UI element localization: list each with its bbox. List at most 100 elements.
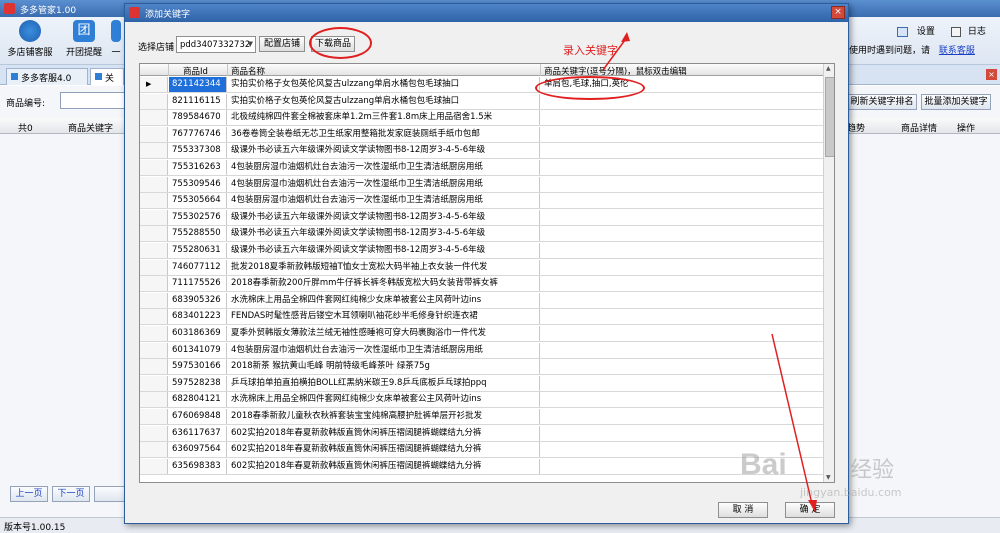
row-selector[interactable]	[140, 292, 168, 308]
contact-support-link[interactable]: 联系客服	[939, 46, 975, 56]
page-input[interactable]	[94, 486, 128, 502]
cell-product-name[interactable]: FENDAS时髦性感背后镂空木耳领喇叭袖花纱半毛修身针织连衣裙	[228, 309, 540, 325]
table-row[interactable]: 755337308 级课外书必读五六年级课外阅读文学读物图书8-12周岁3-4-5…	[140, 143, 823, 160]
cell-keywords[interactable]	[541, 343, 823, 358]
cell-product-id[interactable]: 711175526	[169, 276, 227, 292]
row-selector[interactable]	[140, 425, 168, 441]
col-header-product-name[interactable]: 商品名称	[228, 64, 541, 77]
table-row[interactable]: 755305664 4包装厨房湿巾油烟机灶台去油污一次性湿纸巾卫生清洁纸厨房用纸	[140, 193, 823, 210]
table-row[interactable]: 603186369 夏季外贸韩版女薄款法兰绒无袖性感睡袍可穿大码裹胸浴巾一件代发	[140, 326, 823, 342]
cell-product-id[interactable]: 755337308	[169, 143, 227, 159]
row-selector[interactable]	[140, 392, 168, 408]
cell-product-name[interactable]: 乒乓球拍单拍直拍横拍BOLL红黑纳米碳王9.8乒乓底板乒乓球拍ppq	[228, 375, 540, 391]
row-selector[interactable]	[140, 93, 168, 109]
row-selector[interactable]	[140, 193, 168, 209]
row-selector[interactable]	[140, 143, 168, 159]
cell-product-name[interactable]: 4包装厨房湿巾油烟机灶台去油污一次性湿纸巾卫生清洁纸厨房用纸	[228, 160, 540, 175]
refresh-rank-button[interactable]: 刷新关键字排名	[847, 94, 917, 110]
row-selector[interactable]	[140, 326, 168, 341]
cell-product-id[interactable]: 755302576	[169, 209, 227, 225]
row-selector[interactable]	[140, 375, 168, 391]
dialog-titlebar[interactable]: 添加关键字 ×	[125, 4, 848, 22]
cell-product-name[interactable]: 北极绒纯棉四件套全棉被套床单1.2m三件套1.8m床上用品宿舍1.5米	[228, 110, 540, 126]
cell-keywords[interactable]	[541, 293, 823, 308]
table-row[interactable]: ▶ 821142344 实拍实价格子女包英伦风复古ulzzang单肩水桶包包毛球抽口…	[140, 77, 823, 93]
cell-product-name[interactable]: 602实拍2018年春夏新款韩版直筒休闲裤压褶阔腿裤蝴蝶结九分裤	[228, 458, 540, 474]
cell-keywords[interactable]	[541, 359, 823, 374]
table-row[interactable]: 682804121 水洗棉床上用品全棉四件套网红纯棉少女床单被套公主风荷叶边ins	[140, 392, 823, 409]
cell-product-name[interactable]: 4包装厨房湿巾油烟机灶台去油污一次性湿纸巾卫生清洁纸厨房用纸	[228, 176, 540, 192]
cell-keywords[interactable]	[541, 309, 823, 324]
cell-product-name[interactable]: 水洗棉床上用品全棉四件套网红纯棉少女床单被套公主风荷叶边ins	[228, 392, 540, 408]
table-row[interactable]: 676069848 2018春季新款儿童秋衣秋裤套装宝宝纯棉高腰护肚裤单层开衫批发	[140, 409, 823, 425]
cell-product-name[interactable]: 602实拍2018年春夏新款韩版直筒休闲裤压褶阔腿裤蝴蝶结九分裤	[228, 442, 540, 458]
cell-product-id[interactable]: 636097564	[169, 442, 227, 458]
dialog-close-icon[interactable]: ×	[831, 6, 845, 19]
table-row[interactable]: 597528238 乒乓球拍单拍直拍横拍BOLL红黑纳米碳王9.8乒乓底板乒乓球拍…	[140, 375, 823, 392]
cell-product-id[interactable]: 601341079	[169, 342, 227, 358]
cell-keywords[interactable]	[541, 110, 823, 125]
cell-product-name[interactable]: 水洗棉床上用品全棉四件套网红纯棉少女床单被套公主风荷叶边ins	[228, 292, 540, 308]
cell-product-id[interactable]: 635698383	[169, 458, 227, 474]
cell-keywords[interactable]	[541, 426, 823, 441]
table-row[interactable]: 789584670 北极绒纯棉四件套全棉被套床单1.2m三件套1.8m床上用品宿舍…	[140, 110, 823, 127]
cell-product-id[interactable]: 683905326	[169, 292, 227, 308]
row-selector[interactable]	[140, 209, 168, 225]
row-selector[interactable]	[140, 458, 168, 474]
table-row[interactable]: 755302576 级课外书必读五六年级课外阅读文学读物图书8-12周岁3-4-5…	[140, 209, 823, 226]
tab-keywords[interactable]: 关	[90, 68, 124, 85]
cell-product-name[interactable]: 4包装厨房湿巾油烟机灶台去油污一次性湿纸巾卫生清洁纸厨房用纸	[228, 342, 540, 358]
col-header-keywords[interactable]: 商品关键字(逗号分隔)，鼠标双击编辑	[541, 64, 823, 77]
cell-keywords[interactable]	[541, 409, 823, 424]
cell-keywords[interactable]	[541, 193, 823, 208]
row-selector[interactable]	[140, 226, 168, 242]
cell-product-name[interactable]: 级课外书必读五六年级课外阅读文学读物图书8-12周岁3-4-5-6年级	[228, 243, 540, 258]
cell-product-name[interactable]: 级课外书必读五六年级课外阅读文学读物图书8-12周岁3-4-5-6年级	[228, 226, 540, 242]
cell-keywords[interactable]	[541, 160, 823, 175]
cell-product-name[interactable]: 批发2018夏季新款韩版短袖T恤女士宽松大码半袖上衣女装一件代发	[228, 259, 540, 275]
settings-button[interactable]: 设置	[897, 24, 935, 37]
row-selector[interactable]	[140, 442, 168, 458]
cell-product-id[interactable]: 682804121	[169, 392, 227, 408]
scroll-down-icon[interactable]: ▼	[826, 474, 831, 481]
cell-keywords[interactable]	[541, 226, 823, 241]
cell-keywords[interactable]	[541, 210, 823, 225]
cell-product-id[interactable]: 603186369	[169, 326, 227, 341]
table-row[interactable]: 636117637 602实拍2018年春夏新款韩版直筒休闲裤压褶阔腿裤蝴蝶结九分…	[140, 425, 823, 442]
group-reminder-button[interactable]: 团 开团提醒	[56, 20, 112, 64]
table-row[interactable]: 711175526 2018春季新款200斤胖mm牛仔裤长裤冬韩版宽松大码女装背带…	[140, 276, 823, 293]
row-selector[interactable]	[140, 160, 168, 175]
cell-product-id[interactable]: 755309546	[169, 176, 227, 192]
cell-product-id[interactable]: 597528238	[169, 375, 227, 391]
row-selector[interactable]	[140, 309, 168, 325]
cell-product-id[interactable]: 746077112	[169, 259, 227, 275]
config-store-button[interactable]: 配置店铺	[259, 36, 305, 52]
cell-product-name[interactable]: 实拍实价格子女包英伦风复古ulzzang单肩水桶包包毛球抽口	[228, 93, 540, 109]
row-selector[interactable]	[140, 342, 168, 358]
batch-add-keyword-button[interactable]: 批量添加关键字	[921, 94, 991, 110]
table-row[interactable]: 755309546 4包装厨房湿巾油烟机灶台去油污一次性湿纸巾卫生清洁纸厨房用纸	[140, 176, 823, 193]
cell-product-name[interactable]: 2018春季新款儿童秋衣秋裤套装宝宝纯棉高腰护肚裤单层开衫批发	[228, 409, 540, 424]
cell-product-name[interactable]: 2018新茶 猴抗黄山毛峰 明前特级毛峰茶叶 绿茶75g	[228, 359, 540, 375]
scroll-thumb[interactable]	[825, 77, 834, 157]
row-selector[interactable]	[140, 359, 168, 375]
cell-product-name[interactable]: 级课外书必读五六年级课外阅读文学读物图书8-12周岁3-4-5-6年级	[228, 143, 540, 159]
product-no-input[interactable]	[60, 92, 128, 109]
table-row[interactable]: 597530166 2018新茶 猴抗黄山毛峰 明前特级毛峰茶叶 绿茶75g	[140, 359, 823, 376]
cell-product-id[interactable]: 755316263	[169, 160, 227, 175]
cell-product-name[interactable]: 36卷卷筒全装卷纸无芯卫生纸家用整箱批发家庭装厕纸手纸巾包邮	[228, 126, 540, 142]
row-selector[interactable]	[140, 259, 168, 275]
cell-keywords[interactable]	[541, 127, 823, 142]
cancel-button[interactable]: 取 消	[718, 502, 768, 518]
row-selector[interactable]	[140, 276, 168, 292]
grid-vertical-scrollbar[interactable]: ▲ ▼	[823, 64, 834, 482]
table-row[interactable]: 601341079 4包装厨房湿巾油烟机灶台去油污一次性湿纸巾卫生清洁纸厨房用纸	[140, 342, 823, 359]
multi-store-service-button[interactable]: 多店铺客服	[2, 20, 58, 64]
ok-button[interactable]: 确 定	[785, 502, 835, 518]
row-selector[interactable]	[140, 243, 168, 258]
row-selector[interactable]: ▶	[140, 77, 168, 92]
log-button[interactable]: 日志	[951, 24, 986, 37]
cell-product-name[interactable]: 4包装厨房湿巾油烟机灶台去油污一次性湿纸巾卫生清洁纸厨房用纸	[228, 193, 540, 209]
cell-keywords[interactable]	[541, 143, 823, 158]
scroll-up-icon[interactable]: ▲	[826, 65, 831, 72]
